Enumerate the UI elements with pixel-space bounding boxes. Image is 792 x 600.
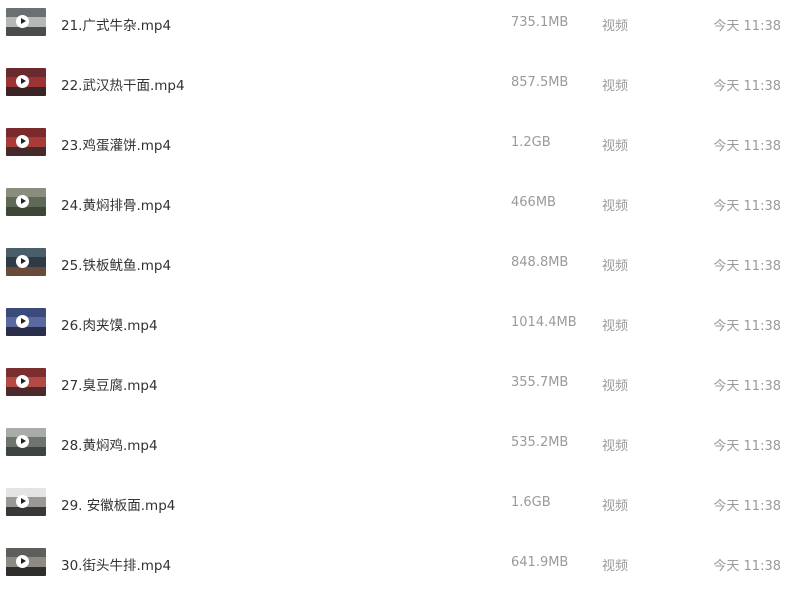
file-row[interactable]: 22.武汉热干面.mp4 857.5MB 视频 今天 11:38 [0, 60, 792, 120]
file-name[interactable]: 24.黄焖排骨.mp4 [61, 194, 171, 214]
file-name[interactable]: 23.鸡蛋灌饼.mp4 [61, 134, 171, 154]
video-thumbnail[interactable] [6, 368, 46, 396]
file-type: 视频 [602, 559, 629, 574]
video-thumbnail[interactable] [6, 488, 46, 516]
file-row[interactable]: 25.铁板鱿鱼.mp4 848.8MB 视频 今天 11:38 [0, 240, 792, 300]
file-name[interactable]: 21.广式牛杂.mp4 [61, 14, 171, 34]
file-modified-time: 今天 11:38 [713, 559, 781, 574]
file-row[interactable]: 21.广式牛杂.mp4 735.1MB 视频 今天 11:38 [0, 0, 792, 60]
file-type: 视频 [602, 499, 629, 514]
file-modified-time: 今天 11:38 [713, 439, 781, 454]
video-thumbnail[interactable] [6, 248, 46, 276]
file-modified-time: 今天 11:38 [713, 379, 781, 394]
file-size: 641.9MB [511, 555, 569, 570]
video-thumbnail[interactable] [6, 188, 46, 216]
video-thumbnail[interactable] [6, 8, 46, 36]
file-modified-time: 今天 11:38 [713, 139, 781, 154]
play-icon [16, 135, 29, 148]
file-size: 466MB [511, 195, 556, 210]
file-modified-time: 今天 11:38 [713, 499, 781, 514]
file-name[interactable]: 25.铁板鱿鱼.mp4 [61, 254, 171, 274]
file-name[interactable]: 29. 安徽板面.mp4 [61, 494, 175, 514]
file-modified-time: 今天 11:38 [713, 319, 781, 334]
play-icon [16, 555, 29, 568]
file-type: 视频 [602, 139, 629, 154]
file-size: 735.1MB [511, 15, 569, 30]
video-thumbnail[interactable] [6, 68, 46, 96]
file-row[interactable]: 28.黄焖鸡.mp4 535.2MB 视频 今天 11:38 [0, 420, 792, 480]
file-size: 535.2MB [511, 435, 569, 450]
video-thumbnail[interactable] [6, 128, 46, 156]
file-name[interactable]: 28.黄焖鸡.mp4 [61, 434, 158, 454]
file-size: 848.8MB [511, 255, 569, 270]
file-type: 视频 [602, 19, 629, 34]
file-name[interactable]: 30.街头牛排.mp4 [61, 554, 171, 574]
play-icon [16, 375, 29, 388]
file-name[interactable]: 26.肉夹馍.mp4 [61, 314, 158, 334]
file-modified-time: 今天 11:38 [713, 259, 781, 274]
play-icon [16, 255, 29, 268]
video-thumbnail[interactable] [6, 308, 46, 336]
file-type: 视频 [602, 199, 629, 214]
file-row[interactable]: 26.肉夹馍.mp4 1014.4MB 视频 今天 11:38 [0, 300, 792, 360]
file-size: 1014.4MB [511, 315, 577, 330]
file-row[interactable]: 30.街头牛排.mp4 641.9MB 视频 今天 11:38 [0, 540, 792, 600]
file-modified-time: 今天 11:38 [713, 19, 781, 34]
file-name[interactable]: 27.臭豆腐.mp4 [61, 374, 158, 394]
play-icon [16, 195, 29, 208]
file-modified-time: 今天 11:38 [713, 199, 781, 214]
file-type: 视频 [602, 439, 629, 454]
play-icon [16, 315, 29, 328]
play-icon [16, 15, 29, 28]
file-size: 1.6GB [511, 495, 551, 510]
play-icon [16, 75, 29, 88]
file-size: 1.2GB [511, 135, 551, 150]
play-icon [16, 435, 29, 448]
file-type: 视频 [602, 79, 629, 94]
file-row[interactable]: 23.鸡蛋灌饼.mp4 1.2GB 视频 今天 11:38 [0, 120, 792, 180]
file-type: 视频 [602, 319, 629, 334]
video-thumbnail[interactable] [6, 548, 46, 576]
file-size: 355.7MB [511, 375, 569, 390]
file-modified-time: 今天 11:38 [713, 79, 781, 94]
file-row[interactable]: 29. 安徽板面.mp4 1.6GB 视频 今天 11:38 [0, 480, 792, 540]
file-row[interactable]: 27.臭豆腐.mp4 355.7MB 视频 今天 11:38 [0, 360, 792, 420]
file-row[interactable]: 24.黄焖排骨.mp4 466MB 视频 今天 11:38 [0, 180, 792, 240]
file-type: 视频 [602, 379, 629, 394]
video-thumbnail[interactable] [6, 428, 46, 456]
file-size: 857.5MB [511, 75, 569, 90]
play-icon [16, 495, 29, 508]
file-type: 视频 [602, 259, 629, 274]
file-name[interactable]: 22.武汉热干面.mp4 [61, 74, 185, 94]
